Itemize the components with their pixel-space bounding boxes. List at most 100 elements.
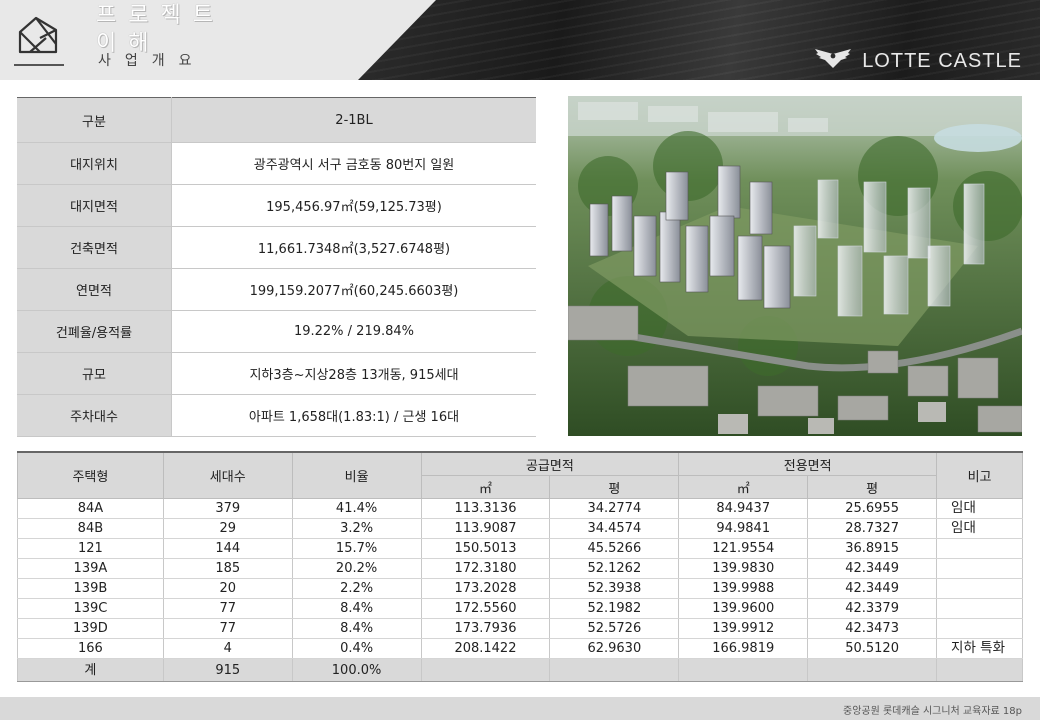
col-header-type: 주택형 bbox=[17, 451, 164, 499]
summary-label: 건폐율/용적률 bbox=[17, 310, 172, 353]
table-row: 139A 185 20.2% 172.3180 52.1262 139.9830… bbox=[17, 558, 1023, 579]
cell-note bbox=[936, 618, 1023, 639]
page-subtitle: 사업개요 bbox=[98, 53, 206, 69]
cell-supply-m2: 113.3136 bbox=[420, 498, 551, 519]
cell-ratio: 15.7% bbox=[291, 538, 422, 559]
cell-note bbox=[936, 538, 1023, 559]
cell-supply-pyeong: 52.1262 bbox=[549, 558, 680, 579]
cell-count: 4 bbox=[162, 638, 293, 659]
table-row: 121 144 15.7% 150.5013 45.5266 121.9554 … bbox=[17, 538, 1023, 559]
cell-note bbox=[936, 558, 1023, 579]
summary-row: 규모 지하3층~지상28층 13개동, 915세대 bbox=[17, 352, 536, 395]
summary-label: 연면적 bbox=[17, 268, 172, 311]
table-row: 139C 77 8.4% 172.5560 52.1982 139.9600 4… bbox=[17, 598, 1023, 619]
cell-ratio: 3.2% bbox=[291, 518, 422, 539]
cell-count: 185 bbox=[162, 558, 293, 579]
table-row: 139B 20 2.2% 173.2028 52.3938 139.9988 4… bbox=[17, 578, 1023, 599]
summary-header-row: 구분 2-1BL bbox=[17, 97, 536, 143]
cell-excl-m2: 84.9437 bbox=[678, 498, 809, 519]
cell-note bbox=[936, 598, 1023, 619]
footer-caption: 중앙공원 롯데캐슬 시그니처 교육자료 18p bbox=[843, 706, 1022, 717]
col-header-note: 비고 bbox=[936, 451, 1023, 499]
house-outline-icon bbox=[16, 12, 64, 64]
cell-type: 166 bbox=[17, 638, 164, 659]
cell-ratio: 2.2% bbox=[291, 578, 422, 599]
cell-supply-m2: 113.9087 bbox=[420, 518, 551, 539]
cell-type: 139B bbox=[17, 578, 164, 599]
project-summary-table: 구분 2-1BL 대지위치 광주광역시 서구 금호동 80번지 일원 대지면적 … bbox=[17, 97, 536, 437]
cell-excl-pyeong: 42.3449 bbox=[807, 578, 938, 599]
cell-count: 379 bbox=[162, 498, 293, 519]
cell-supply-pyeong: 62.9630 bbox=[549, 638, 680, 659]
cell-excl-pyeong: 42.3473 bbox=[807, 618, 938, 639]
col-header-count: 세대수 bbox=[162, 451, 293, 499]
summary-header-value: 2-1BL bbox=[171, 97, 536, 143]
summary-header-label: 구분 bbox=[17, 97, 172, 143]
logo-underline bbox=[14, 64, 64, 66]
cell-excl-m2: 94.9841 bbox=[678, 518, 809, 539]
col-header-supply-pyeong: 평 bbox=[549, 475, 680, 499]
brand-logo: LOTTE CASTLE bbox=[814, 46, 1022, 76]
page-header: 프로젝트 이해 사업개요 LOTTE CASTLE bbox=[0, 0, 1040, 80]
table-row: 139D 77 8.4% 173.7936 52.5726 139.9912 4… bbox=[17, 618, 1023, 639]
cell-supply-m2: 173.2028 bbox=[420, 578, 551, 599]
cell-note bbox=[936, 578, 1023, 599]
summary-row: 건폐율/용적률 19.22% / 219.84% bbox=[17, 310, 536, 353]
page-footer: 중앙공원 롯데캐슬 시그니처 교육자료 18p bbox=[0, 697, 1040, 720]
cell-note: 지하 특화 bbox=[936, 638, 1023, 659]
col-header-supply-m2: ㎡ bbox=[420, 475, 551, 499]
summary-value: 아파트 1,658대(1.83:1) / 근생 16대 bbox=[171, 394, 536, 437]
cell-excl-m2: 139.9988 bbox=[678, 578, 809, 599]
cell-excl-pyeong: 50.5120 bbox=[807, 638, 938, 659]
cell-excl-m2: 121.9554 bbox=[678, 538, 809, 559]
summary-row: 대지위치 광주광역시 서구 금호동 80번지 일원 bbox=[17, 142, 536, 185]
cell-type: 121 bbox=[17, 538, 164, 559]
col-header-exclusive: 전용면적 bbox=[678, 451, 938, 476]
cell-supply-m2: 172.3180 bbox=[420, 558, 551, 579]
cell-type: 139D bbox=[17, 618, 164, 639]
cell-ratio: 41.4% bbox=[291, 498, 422, 519]
cell-excl-pyeong: 42.3379 bbox=[807, 598, 938, 619]
summary-value: 199,159.2077㎡(60,245.6603평) bbox=[171, 268, 536, 311]
col-header-excl-pyeong: 평 bbox=[807, 475, 938, 499]
total-row: 계 915 100.0% bbox=[17, 658, 1023, 682]
cell-supply-pyeong: 34.4574 bbox=[549, 518, 680, 539]
unit-header-row: 주택형 세대수 비율 공급면적 전용면적 비고 bbox=[17, 451, 1023, 499]
cell-note: 임대 bbox=[936, 498, 1023, 519]
col-header-excl-m2: ㎡ bbox=[678, 475, 809, 499]
total-empty bbox=[936, 658, 1023, 682]
summary-row: 건축면적 11,661.7348㎡(3,527.6748평) bbox=[17, 226, 536, 269]
cell-supply-pyeong: 34.2774 bbox=[549, 498, 680, 519]
cell-supply-pyeong: 52.1982 bbox=[549, 598, 680, 619]
cell-supply-m2: 208.1422 bbox=[420, 638, 551, 659]
col-header-supply: 공급면적 bbox=[420, 451, 680, 476]
cell-note: 임대 bbox=[936, 518, 1023, 539]
total-empty bbox=[549, 658, 680, 682]
cell-supply-pyeong: 52.5726 bbox=[549, 618, 680, 639]
cell-supply-m2: 173.7936 bbox=[420, 618, 551, 639]
cell-excl-pyeong: 28.7327 bbox=[807, 518, 938, 539]
cell-excl-pyeong: 42.3449 bbox=[807, 558, 938, 579]
total-label: 계 bbox=[17, 658, 164, 682]
cell-supply-pyeong: 52.3938 bbox=[549, 578, 680, 599]
cell-supply-m2: 150.5013 bbox=[420, 538, 551, 559]
cell-type: 139A bbox=[17, 558, 164, 579]
cell-count: 77 bbox=[162, 598, 293, 619]
total-ratio: 100.0% bbox=[291, 658, 422, 682]
summary-row: 대지면적 195,456.97㎡(59,125.73평) bbox=[17, 184, 536, 227]
summary-label: 대지위치 bbox=[17, 142, 172, 185]
cell-ratio: 8.4% bbox=[291, 618, 422, 639]
cell-excl-pyeong: 25.6955 bbox=[807, 498, 938, 519]
total-empty bbox=[420, 658, 551, 682]
cell-type: 139C bbox=[17, 598, 164, 619]
cell-count: 20 bbox=[162, 578, 293, 599]
cell-excl-pyeong: 36.8915 bbox=[807, 538, 938, 559]
brand-name: LOTTE CASTLE bbox=[862, 49, 1022, 72]
summary-row: 주차대수 아파트 1,658대(1.83:1) / 근생 16대 bbox=[17, 394, 536, 437]
cell-excl-m2: 139.9912 bbox=[678, 618, 809, 639]
total-empty bbox=[678, 658, 809, 682]
cell-excl-m2: 139.9830 bbox=[678, 558, 809, 579]
cell-count: 144 bbox=[162, 538, 293, 559]
total-empty bbox=[807, 658, 938, 682]
cell-type: 84B bbox=[17, 518, 164, 539]
